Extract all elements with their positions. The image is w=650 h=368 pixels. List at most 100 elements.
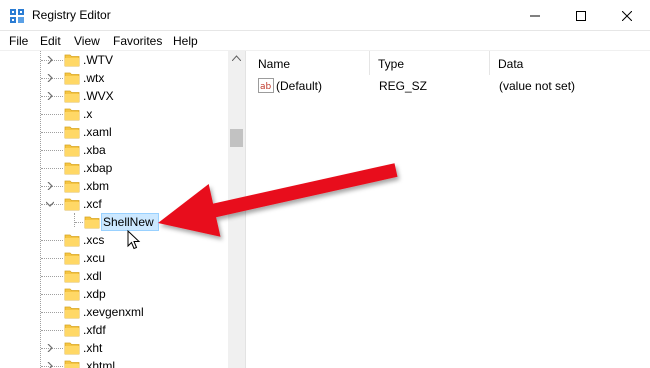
tree-connector (75, 222, 83, 223)
tree-item-label: .WVX (83, 89, 114, 103)
folder-icon (64, 72, 80, 85)
tree-item[interactable]: .xcf (0, 195, 228, 213)
tree-connector (41, 294, 63, 295)
folder-icon (64, 288, 80, 301)
folder-icon (64, 306, 80, 319)
tree-item[interactable]: .xdl (0, 267, 228, 285)
tree-connector (41, 132, 63, 133)
tree-connector (41, 150, 63, 151)
tree-item-label: .xbap (83, 161, 113, 175)
folder-icon (64, 342, 80, 355)
tree-item-label: ShellNew (103, 215, 154, 229)
title-bar: Registry Editor (0, 0, 650, 31)
tree-item-shellnew[interactable]: ShellNew (0, 213, 228, 231)
folder-icon (64, 54, 80, 67)
menu-edit[interactable]: Edit (40, 34, 61, 48)
folder-icon (64, 180, 80, 193)
tree-item-label: .xfdf (83, 323, 106, 337)
folder-icon (64, 234, 80, 247)
close-button[interactable] (604, 0, 650, 31)
values-list[interactable]: Name Type Data ab (Default) REG_SZ (valu… (250, 51, 650, 368)
tree-connector (41, 114, 63, 115)
tree-item[interactable]: .WTV (0, 51, 228, 69)
chevron-right-icon[interactable] (46, 344, 54, 352)
menu-view[interactable]: View (74, 34, 100, 48)
chevron-right-icon[interactable] (46, 74, 54, 82)
scroll-thumb[interactable] (230, 129, 243, 147)
folder-icon (64, 360, 80, 368)
tree-item[interactable]: .xcs (0, 231, 228, 249)
tree-item-label: .xbm (83, 179, 110, 193)
tree-item-label: .wtx (83, 71, 105, 85)
tree-item-label: .xdl (83, 269, 102, 283)
column-header-data[interactable]: Data (490, 51, 650, 75)
menu-bar: File Edit View Favorites Help (0, 31, 650, 51)
value-name: (Default) (276, 79, 323, 93)
tree-item[interactable]: .xht (0, 339, 228, 357)
tree-item-label: .xcf (83, 197, 102, 211)
tree-connector (41, 276, 63, 277)
value-type: REG_SZ (379, 79, 428, 93)
tree-item[interactable]: .x (0, 105, 228, 123)
tree-connector (41, 240, 63, 241)
menu-file[interactable]: File (9, 34, 28, 48)
tree-item-label: .x (83, 107, 93, 121)
tree-item-label: .xhtml (83, 359, 116, 368)
tree-item-label: .xevgenxml (83, 305, 144, 319)
column-name-label: Name (258, 57, 291, 71)
close-icon (622, 10, 632, 21)
minimize-icon (530, 15, 540, 16)
chevron-right-icon[interactable] (46, 182, 54, 190)
menu-help[interactable]: Help (173, 34, 198, 48)
chevron-down-icon[interactable] (46, 200, 54, 208)
chevron-right-icon[interactable] (46, 92, 54, 100)
tree-item-label: .WTV (83, 53, 113, 67)
folder-icon (64, 198, 80, 211)
tree-connector (41, 312, 63, 313)
maximize-icon (576, 10, 586, 21)
tree-item-label: .xht (83, 341, 103, 355)
tree-scrollbar[interactable] (228, 51, 245, 368)
tree-item[interactable]: .xhtml (0, 357, 228, 368)
tree-item-label: .xdp (83, 287, 106, 301)
value-row[interactable]: ab (Default) REG_SZ (value not set) (250, 77, 650, 95)
column-header-type[interactable]: Type (370, 51, 490, 75)
folder-icon (64, 126, 80, 139)
column-data-label: Data (498, 57, 524, 71)
column-header-name[interactable]: Name (250, 51, 370, 75)
minimize-button[interactable] (512, 0, 558, 31)
tree-item[interactable]: .wtx (0, 69, 228, 87)
maximize-button[interactable] (558, 0, 604, 31)
tree-item[interactable]: .xdp (0, 285, 228, 303)
tree-item-label: .xcs (83, 233, 105, 247)
tree-connector (41, 258, 63, 259)
folder-icon (64, 144, 80, 157)
tree-item[interactable]: .xaml (0, 123, 228, 141)
tree-item[interactable]: .xevgenxml (0, 303, 228, 321)
tree-item[interactable]: .xcu (0, 249, 228, 267)
string-value-icon: ab (258, 78, 274, 93)
tree-item-label: .xba (83, 143, 106, 157)
value-data: (value not set) (499, 79, 576, 93)
tree-item-label: .xcu (83, 251, 106, 265)
column-type-label: Type (378, 57, 405, 71)
mouse-cursor-icon (127, 230, 141, 250)
tree-item[interactable]: .WVX (0, 87, 228, 105)
menu-favorites[interactable]: Favorites (113, 34, 162, 48)
chevron-right-icon[interactable] (46, 362, 54, 368)
window-title: Registry Editor (32, 8, 111, 22)
scroll-up-arrow-icon[interactable] (232, 55, 241, 61)
folder-icon (64, 270, 80, 283)
folder-icon (64, 324, 80, 337)
tree-item[interactable]: .xfdf (0, 321, 228, 339)
tree-item[interactable]: .xbm (0, 177, 228, 195)
tree-item[interactable]: .xbap (0, 159, 228, 177)
tree-connector (41, 330, 63, 331)
tree-connector (41, 168, 63, 169)
folder-icon (64, 90, 80, 103)
registry-key-tree[interactable]: .WTV .wtx .WVX .x .xaml .xba .xbap .xbm .xcf Shel… (0, 51, 245, 368)
chevron-right-icon[interactable] (46, 56, 54, 64)
folder-icon (84, 216, 100, 229)
tree-item[interactable]: .xba (0, 141, 228, 159)
registry-icon (10, 9, 24, 23)
